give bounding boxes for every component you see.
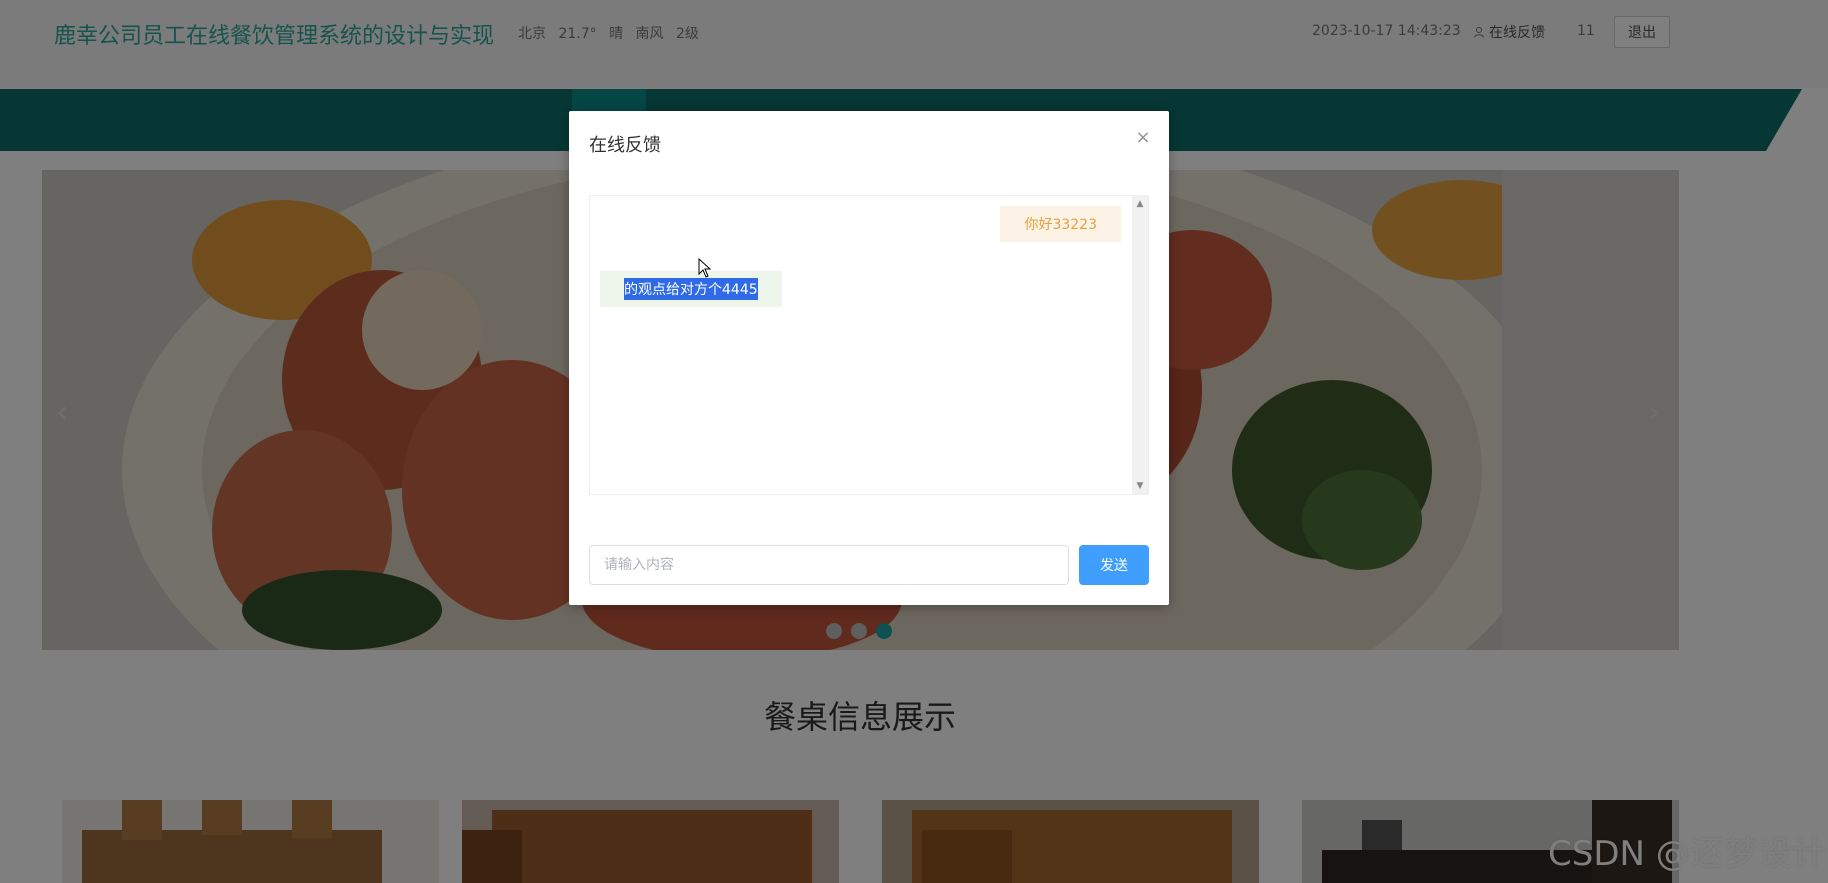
chat-scrollbar[interactable]: ▲ ▼ (1132, 196, 1148, 494)
feedback-dialog: 在线反馈 × 你好33223 的观点给对方个4445 ▲ ▼ 发送 (569, 111, 1169, 605)
chat-message-text: 你好33223 (1024, 217, 1097, 233)
chat-history[interactable]: 你好33223 的观点给对方个4445 ▲ ▼ (589, 195, 1149, 495)
scrollbar-thumb[interactable] (1134, 212, 1146, 478)
mouse-cursor-icon (698, 258, 712, 278)
scroll-up-arrow-icon[interactable]: ▲ (1132, 196, 1148, 212)
chat-message-text-selected[interactable]: 的观点给对方个4445 (624, 278, 758, 300)
dialog-title: 在线反馈 (589, 135, 661, 156)
message-input[interactable] (589, 545, 1069, 585)
page: 鹿幸公司员工在线餐饮管理系统的设计与实现 北京 21.7° 晴 南风 2级 20… (0, 0, 1828, 883)
chat-message-sent: 你好33223 (1000, 206, 1121, 242)
close-icon[interactable]: × (1133, 127, 1153, 148)
send-button[interactable]: 发送 (1079, 545, 1149, 585)
chat-message-received: 的观点给对方个4445 (600, 271, 782, 307)
scroll-down-arrow-icon[interactable]: ▼ (1132, 478, 1148, 494)
